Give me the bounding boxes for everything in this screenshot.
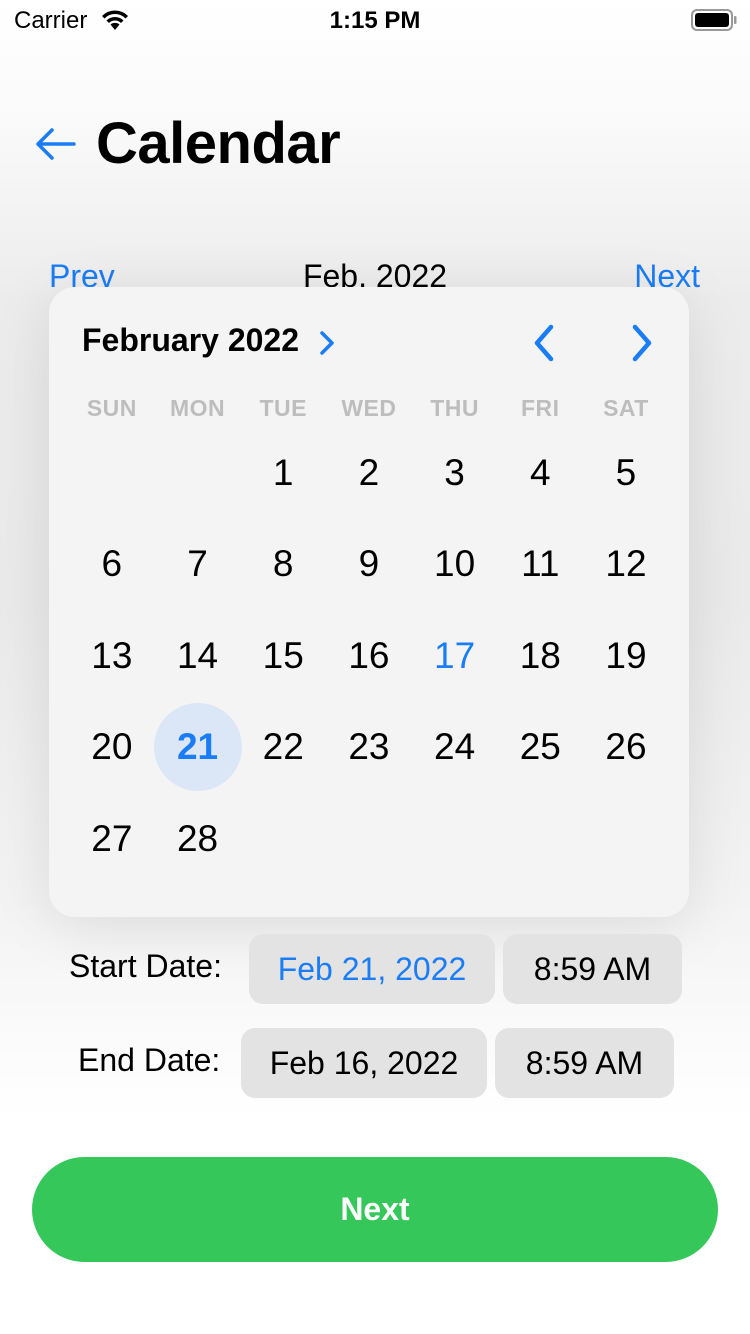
day-number: 8 xyxy=(272,543,294,585)
empty-day-cell xyxy=(155,427,241,519)
weekday-label: FRI xyxy=(521,395,560,421)
day-number: 14 xyxy=(176,634,219,676)
day-cell-today[interactable]: 17 xyxy=(412,610,498,702)
month-year-selector[interactable]: February 2022 xyxy=(82,322,336,359)
weekday-label: MON xyxy=(169,395,226,421)
page-title: Calendar xyxy=(96,111,341,176)
day-number: 15 xyxy=(262,634,304,676)
day-cell[interactable]: 5 xyxy=(583,427,669,519)
day-number: 18 xyxy=(519,634,561,676)
day-cell[interactable]: 25 xyxy=(497,702,583,794)
day-number: 27 xyxy=(91,817,133,859)
weekday-label: SUN xyxy=(86,395,137,421)
battery-icon xyxy=(691,9,737,31)
day-number: 17 xyxy=(434,634,476,676)
day-number: 25 xyxy=(519,726,561,768)
day-cell[interactable]: 18 xyxy=(497,610,583,702)
day-cell[interactable]: 24 xyxy=(412,702,498,794)
day-cell[interactable]: 20 xyxy=(69,702,155,794)
day-number: 4 xyxy=(529,451,551,493)
end-date-button[interactable]: Feb 16, 2022 xyxy=(241,1028,487,1098)
day-cell[interactable]: 26 xyxy=(583,702,669,794)
day-number: 28 xyxy=(176,817,219,859)
day-number: 20 xyxy=(91,726,133,768)
day-cell[interactable]: 7 xyxy=(155,519,241,611)
status-bar: Carrier 1:15 PM xyxy=(0,0,750,40)
day-number: 6 xyxy=(101,543,123,585)
day-number: 13 xyxy=(91,634,133,676)
day-cell[interactable]: 23 xyxy=(326,702,412,794)
day-number: 3 xyxy=(444,451,465,493)
day-number: 24 xyxy=(434,726,476,768)
day-number: 5 xyxy=(615,451,637,493)
chevron-left-icon[interactable] xyxy=(529,323,559,363)
weekday-header: SUN MON TUE WED THU FRI SAT xyxy=(69,395,669,422)
day-cell[interactable]: 1 xyxy=(240,427,326,519)
day-cell[interactable]: 9 xyxy=(326,519,412,611)
arrow-left-icon[interactable] xyxy=(34,126,76,162)
day-cell[interactable]: 22 xyxy=(240,702,326,794)
day-number: 22 xyxy=(262,726,304,768)
date-picker-popover: February 2022 SUN MON TUE WED THU FRI SA… xyxy=(49,287,689,917)
day-cell[interactable]: 15 xyxy=(240,610,326,702)
day-number: 11 xyxy=(521,543,560,585)
start-time-button[interactable]: 8:59 AM xyxy=(503,934,682,1004)
day-number: 12 xyxy=(605,543,647,585)
chevron-right-icon xyxy=(320,330,334,355)
end-time-button[interactable]: 8:59 AM xyxy=(495,1028,674,1098)
start-date-row: Start Date: Feb 21, 2022 8:59 AM xyxy=(0,934,750,1004)
day-cell[interactable]: 12 xyxy=(583,519,669,611)
day-number: 10 xyxy=(434,543,476,585)
day-cell-selected[interactable]: 21 xyxy=(155,702,241,794)
day-cell[interactable]: 19 xyxy=(583,610,669,702)
day-cell[interactable]: 4 xyxy=(497,427,583,519)
empty-day-cell xyxy=(69,427,155,519)
day-number: 21 xyxy=(176,726,219,768)
end-date-label: End Date: xyxy=(78,1042,221,1078)
clock: 1:15 PM xyxy=(329,7,421,34)
day-grid: 1 2 3 4 5 6 7 8 9 10 11 12 13 14 15 16 17 18 19 20 21 22 23 24 2… xyxy=(69,427,669,885)
weekday-label: SAT xyxy=(603,395,649,421)
day-number: 23 xyxy=(348,726,390,768)
day-cell[interactable]: 27 xyxy=(69,793,155,885)
chevron-right-icon[interactable] xyxy=(627,323,657,363)
day-number: 26 xyxy=(605,726,647,768)
day-number: 16 xyxy=(348,634,390,676)
start-date-button[interactable]: Feb 21, 2022 xyxy=(249,934,495,1004)
day-number: 1 xyxy=(272,451,294,493)
weekday-label: WED xyxy=(341,395,397,421)
day-cell[interactable]: 11 xyxy=(497,519,583,611)
day-cell[interactable]: 14 xyxy=(155,610,241,702)
day-cell[interactable]: 16 xyxy=(326,610,412,702)
start-date-label: Start Date: xyxy=(69,948,222,984)
day-cell[interactable]: 28 xyxy=(155,793,241,885)
weekday-label: THU xyxy=(430,395,479,421)
weekday-label: TUE xyxy=(259,395,307,421)
day-number: 2 xyxy=(358,451,380,493)
month-year-label: February 2022 xyxy=(82,322,300,358)
next-button[interactable]: Next xyxy=(32,1157,718,1262)
day-cell[interactable]: 13 xyxy=(69,610,155,702)
day-number: 19 xyxy=(605,634,647,676)
day-cell[interactable]: 10 xyxy=(412,519,498,611)
day-cell[interactable]: 3 xyxy=(412,427,498,519)
day-number: 9 xyxy=(358,543,380,585)
day-number: 7 xyxy=(187,543,208,585)
day-cell[interactable]: 6 xyxy=(69,519,155,611)
day-cell[interactable]: 2 xyxy=(326,427,412,519)
day-cell[interactable]: 8 xyxy=(240,519,326,611)
end-date-row: End Date: Feb 16, 2022 8:59 AM xyxy=(0,1028,750,1098)
